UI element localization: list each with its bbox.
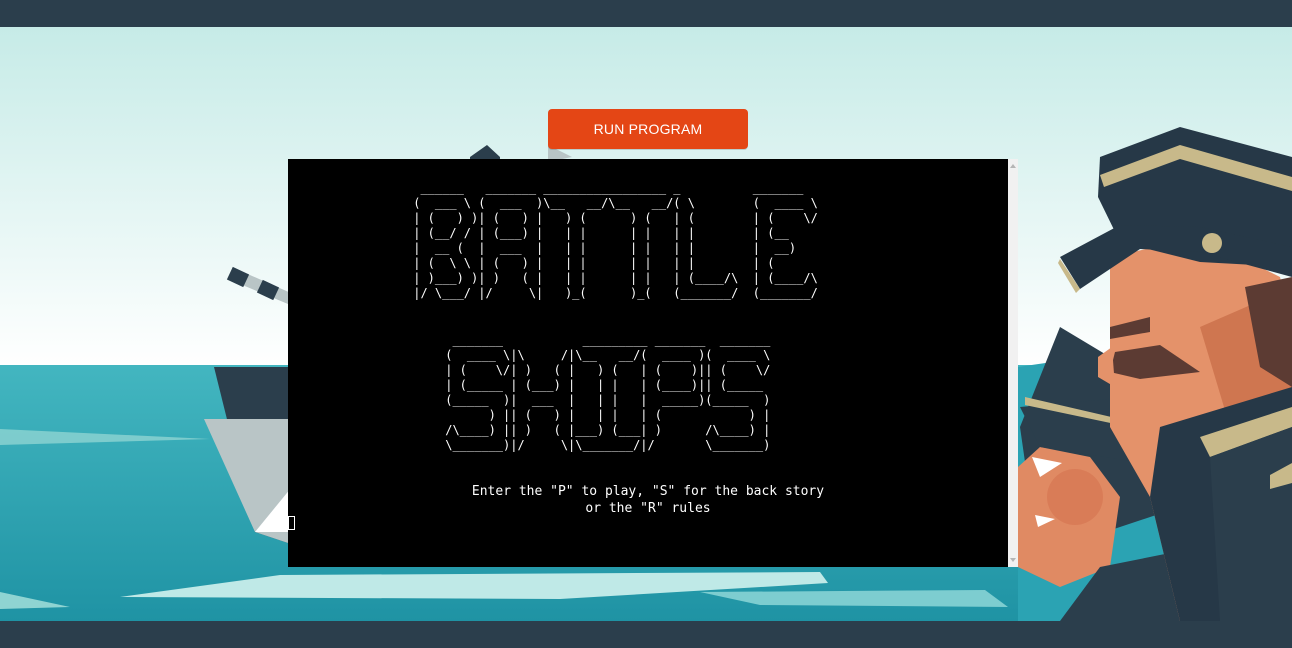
menu-prompt-text: Enter the "P" to play, "S" for the back … bbox=[471, 484, 825, 516]
top-bar bbox=[0, 0, 1292, 27]
text-cursor-icon bbox=[288, 516, 295, 530]
terminal-scrollbar[interactable] bbox=[1008, 159, 1018, 567]
run-program-button[interactable]: RUN PROGRAM bbox=[548, 109, 748, 149]
ships-ascii-title: _______ _________ _______ _______ ( ____… bbox=[445, 333, 771, 452]
battle-ascii-title: ______ _______ _________________ _ _____… bbox=[413, 181, 818, 300]
bottom-bar bbox=[0, 621, 1292, 648]
terminal-screen[interactable]: ______ _______ _________________ _ _____… bbox=[288, 159, 1008, 567]
scroll-up-arrow-icon[interactable] bbox=[1010, 164, 1016, 168]
scroll-down-arrow-icon[interactable] bbox=[1010, 558, 1016, 562]
